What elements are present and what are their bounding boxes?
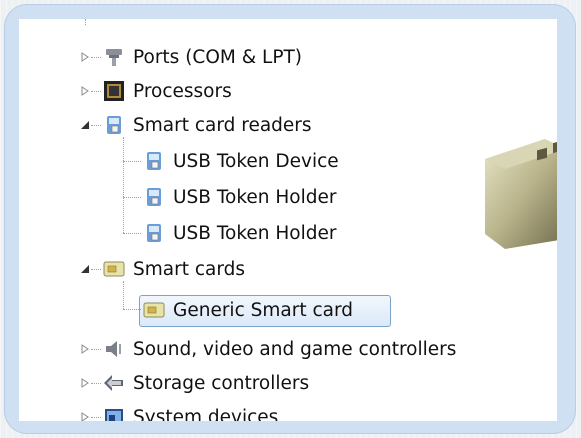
- processor-icon: [103, 80, 125, 102]
- tree-item-processors[interactable]: Processors: [103, 74, 232, 108]
- expand-arrow-icon[interactable]: [79, 377, 91, 389]
- tree-item-smart-cards[interactable]: Smart cards: [103, 252, 245, 286]
- tree-item-storage-controllers[interactable]: Storage controllers: [103, 366, 309, 400]
- collapse-arrow-icon[interactable]: [79, 263, 91, 275]
- tree-guide-line: [123, 233, 141, 234]
- tree-guide-line: [91, 383, 101, 384]
- screenshot-frame: Ports (COM & LPT) Processors Smart card …: [5, 5, 575, 433]
- tree-guide-line: [91, 57, 101, 58]
- partial-device-icon: [109, 19, 137, 27]
- expand-arrow-icon[interactable]: [79, 411, 91, 421]
- tree-item-generic-smart-card[interactable]: Generic Smart card: [143, 293, 353, 327]
- tree-item-sound-video-game[interactable]: Sound, video and game controllers: [103, 332, 456, 366]
- smart-card-reader-icon: [143, 186, 165, 208]
- tree-guide-line: [91, 269, 101, 270]
- tree-guide-line: [91, 349, 101, 350]
- system-devices-icon: [103, 406, 125, 421]
- tree-item-usb-token-device[interactable]: USB Token Device: [143, 144, 339, 178]
- tree-guide-line: [123, 309, 141, 310]
- speaker-icon: [103, 338, 125, 360]
- port-icon: [103, 46, 125, 68]
- collapse-arrow-icon[interactable]: [79, 119, 91, 131]
- tree-guide-line: [91, 91, 101, 92]
- tree-guide-line: [123, 161, 141, 162]
- smart-card-icon: [103, 258, 125, 280]
- expand-arrow-icon[interactable]: [79, 51, 91, 63]
- tree-item-usb-token-holder-1[interactable]: USB Token Holder: [143, 180, 336, 214]
- storage-controller-icon: [103, 372, 125, 394]
- smart-card-icon: [143, 299, 165, 321]
- device-manager-tree-panel: Ports (COM & LPT) Processors Smart card …: [19, 19, 557, 421]
- tree-item-system-devices[interactable]: System devices: [103, 400, 278, 421]
- tree-item-smart-card-readers[interactable]: Smart card readers: [103, 108, 312, 142]
- tree-guide-line: [91, 125, 101, 126]
- smart-card-reader-icon: [143, 222, 165, 244]
- expand-arrow-icon[interactable]: [79, 343, 91, 355]
- tree-guide-line: [123, 137, 124, 233]
- tree-item-ports[interactable]: Ports (COM & LPT): [103, 40, 302, 74]
- device-tree: Ports (COM & LPT) Processors Smart card …: [19, 19, 557, 421]
- tree-guide-line: [123, 197, 141, 198]
- tree-guide-line: [85, 19, 86, 25]
- expand-arrow-icon[interactable]: [79, 85, 91, 97]
- smart-card-reader-icon: [143, 150, 165, 172]
- tree-guide-line: [123, 281, 124, 309]
- tree-item-usb-token-holder-2[interactable]: USB Token Holder: [143, 216, 336, 250]
- tree-guide-line: [91, 417, 101, 418]
- smart-card-reader-icon: [103, 114, 125, 136]
